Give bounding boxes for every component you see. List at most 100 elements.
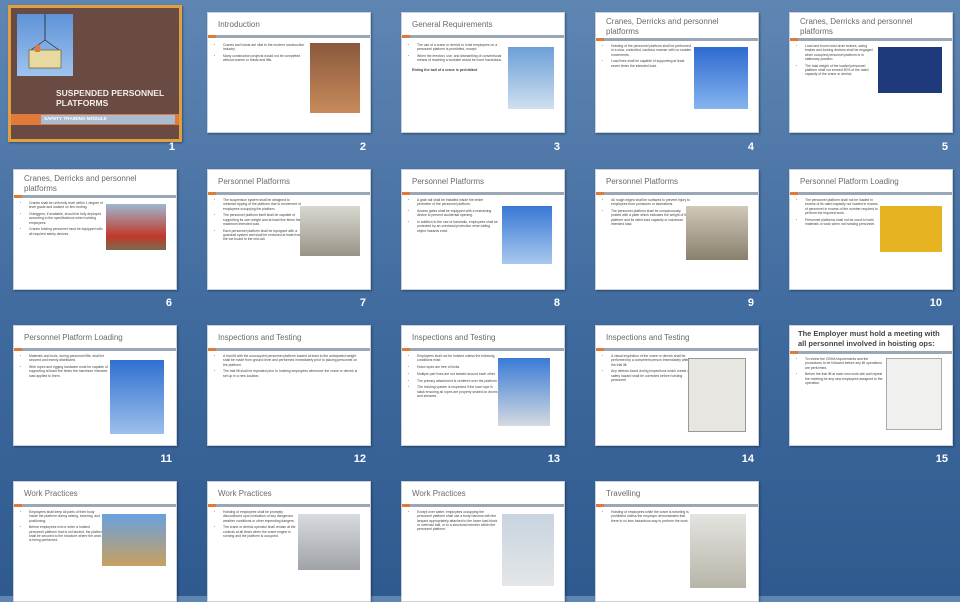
- slide-thumbnail-3[interactable]: General Requirements The use of a crane …: [401, 12, 565, 133]
- slide-number: 3: [553, 141, 560, 153]
- slide-body: The personnel platform shall not be load…: [800, 198, 880, 229]
- title-rule: [14, 504, 176, 507]
- slide-body: Cranes and hoists are vital to the moder…: [218, 43, 310, 65]
- building-photo-icon: [310, 43, 360, 113]
- platform-photo-icon: [502, 206, 552, 264]
- title-rule: [208, 192, 370, 195]
- slide-note: Riding the ball of a crane is prohibited: [412, 67, 478, 72]
- slide-title: The Employer must hold a meeting with al…: [798, 329, 940, 348]
- load-chart-icon: [878, 47, 942, 93]
- slide-number: 5: [941, 141, 948, 153]
- title-rule: [208, 504, 370, 507]
- slide-title: Cranes, Derricks and personnel platforms: [606, 17, 719, 36]
- slide-body: Employees shall not be hoisted unless th…: [412, 354, 498, 401]
- slide-number: 11: [160, 453, 172, 465]
- slide-body: Materials and tools, during personnel li…: [24, 354, 108, 380]
- bullet: Employees shall not be hoisted unless th…: [417, 354, 498, 363]
- slide-thumbnail-9[interactable]: Personnel Platforms All rough edges shal…: [595, 169, 759, 290]
- workers-photo-icon: [102, 514, 166, 566]
- slide-number: 6: [165, 297, 172, 309]
- slide-title: Cranes, Derricks and personnel platforms: [800, 17, 913, 36]
- slide-thumbnail-8[interactable]: Personnel Platforms A grab rail shall be…: [401, 169, 565, 290]
- slide-number: 1: [168, 141, 175, 153]
- bullet: Hoisting of employees while the crane is…: [611, 510, 692, 523]
- slide-body: To review the OSHA requirements and the …: [800, 357, 884, 388]
- platform-photo-icon: [17, 14, 73, 76]
- slide-body: Employees shall keep all parts of their …: [24, 510, 104, 545]
- title-rule: [596, 38, 758, 41]
- slide-title: SUSPENDED PERSONNEL PLATFORMS: [56, 88, 165, 108]
- bullet: A visual inspection of the crane or derr…: [611, 354, 690, 367]
- slide-title: Work Practices: [218, 489, 272, 498]
- slide-thumbnail-12[interactable]: Inspections and Testing A trial lift wit…: [207, 325, 371, 446]
- slide-thumbnail-10[interactable]: Personnel Platform Loading The personnel…: [789, 169, 953, 290]
- bullet: The hoisting system is inspected if the …: [417, 385, 498, 398]
- slide-thumbnail-13[interactable]: Inspections and Testing Employees shall …: [401, 325, 565, 446]
- slide-thumbnail-14[interactable]: Inspections and Testing A visual inspect…: [595, 325, 759, 446]
- bullet: The total weight of the loaded personnel…: [805, 64, 878, 77]
- bullet: Cranes shall be uniformly level within 1…: [29, 201, 106, 210]
- bullet: In addition to the use of handrails, emp…: [417, 220, 498, 233]
- slide-thumbnail-11[interactable]: Personnel Platform Loading Materials and…: [13, 325, 177, 446]
- slide-body: Except over water, employees occupying t…: [412, 510, 498, 534]
- title-rule: [790, 351, 952, 354]
- bullet: Hoisting of employees shall be promptly …: [223, 510, 300, 523]
- slide-number: 15: [935, 453, 948, 465]
- bullet: Cranes and hoists are vital to the moder…: [223, 43, 310, 52]
- slide-thumbnail-4[interactable]: Cranes, Derricks and personnel platforms…: [595, 12, 759, 133]
- bullet: Personnel platforms shall not be used to…: [805, 218, 880, 227]
- slide-thumbnail-6[interactable]: Cranes, Derricks and personnel platforms…: [13, 169, 177, 290]
- worker-photo-icon: [508, 47, 554, 109]
- title-rule: [790, 38, 952, 41]
- title-rule: [402, 504, 564, 507]
- bullet: The personnel platform shall not be load…: [805, 198, 880, 215]
- title-rule: [208, 35, 370, 38]
- bullet: The suspension system shall be designed …: [223, 198, 302, 211]
- bullet: Cranes holding personnel must be equippe…: [29, 227, 106, 236]
- capacity-plate-icon: [880, 206, 942, 252]
- slide-thumbnail-1[interactable]: SUSPENDED PERSONNEL PLATFORMS SAFETY TRA…: [8, 5, 182, 142]
- slide-title: Cranes, Derricks and personnel platforms: [24, 174, 137, 193]
- bullet: The personnel platform shall be conspicu…: [611, 209, 690, 226]
- title-rule: [208, 348, 370, 351]
- slide-title: Work Practices: [412, 489, 466, 498]
- slide-thumbnail-7[interactable]: Personnel Platforms The suspension syste…: [207, 169, 371, 290]
- slide-number: 12: [353, 453, 366, 465]
- bullet: The use of a crane or derrick to hoist e…: [417, 43, 504, 52]
- bullet: Before the trial lift at each new work s…: [805, 372, 884, 385]
- slide-thumbnail-2[interactable]: Introduction Cranes and hoists are vital…: [207, 12, 371, 133]
- title-rule: [790, 192, 952, 195]
- bullet: Load and boom hoist drum brakes, swing b…: [805, 44, 878, 61]
- slide-body: Hoisting of the personnel platform shall…: [606, 44, 694, 70]
- slide-title: Personnel Platform Loading: [24, 333, 123, 342]
- bullet: Any defects found during inspections whi…: [611, 369, 690, 382]
- crane-truck-photo-icon: [106, 204, 166, 250]
- bullet: Hoisting of the personnel platform shall…: [611, 44, 694, 57]
- platform-photo-icon: [300, 206, 360, 256]
- slide-thumbnail-19[interactable]: Travelling Hoisting of employees while t…: [595, 481, 759, 602]
- bullet: The trial lift shall be repeated prior t…: [223, 369, 362, 378]
- slide-number: 10: [929, 297, 942, 309]
- slide-title: Inspections and Testing: [218, 333, 302, 342]
- bullet: Hoist ropes are free of kinks.: [417, 365, 498, 369]
- bullet: To review the OSHA requirements and the …: [805, 357, 884, 370]
- slide-body: The use of a crane or derrick to hoist e…: [412, 43, 504, 72]
- bullet: Materials and tools, during personnel li…: [29, 354, 108, 363]
- slide-thumbnail-18[interactable]: Work Practices Except over water, employ…: [401, 481, 565, 602]
- slide-body: Cranes shall be uniformly level within 1…: [24, 201, 106, 239]
- bullet: Access gates shall be equipped with a re…: [417, 209, 498, 218]
- slide-title: Inspections and Testing: [412, 333, 496, 342]
- slide-title: General Requirements: [412, 20, 493, 29]
- title-rule: [596, 348, 758, 351]
- bullet: Before employees exit or enter a hoisted…: [29, 525, 104, 542]
- slide-thumbnail-5[interactable]: Cranes, Derricks and personnel platforms…: [789, 12, 953, 133]
- platform-photo-icon: [110, 360, 164, 434]
- meeting-document-icon: [886, 358, 942, 430]
- slide-title: Travelling: [606, 489, 641, 498]
- slide-thumbnail-15[interactable]: The Employer must hold a meeting with al…: [789, 325, 953, 446]
- slide-thumbnail-16[interactable]: Work Practices Employees shall keep all …: [13, 481, 177, 602]
- slide-body: A trial lift with the unoccupied personn…: [218, 354, 362, 380]
- tower-photo-icon: [298, 514, 360, 570]
- bullet: Wire ropes and rigging hardware must be …: [29, 365, 108, 378]
- slide-thumbnail-17[interactable]: Work Practices Hoisting of employees sha…: [207, 481, 371, 602]
